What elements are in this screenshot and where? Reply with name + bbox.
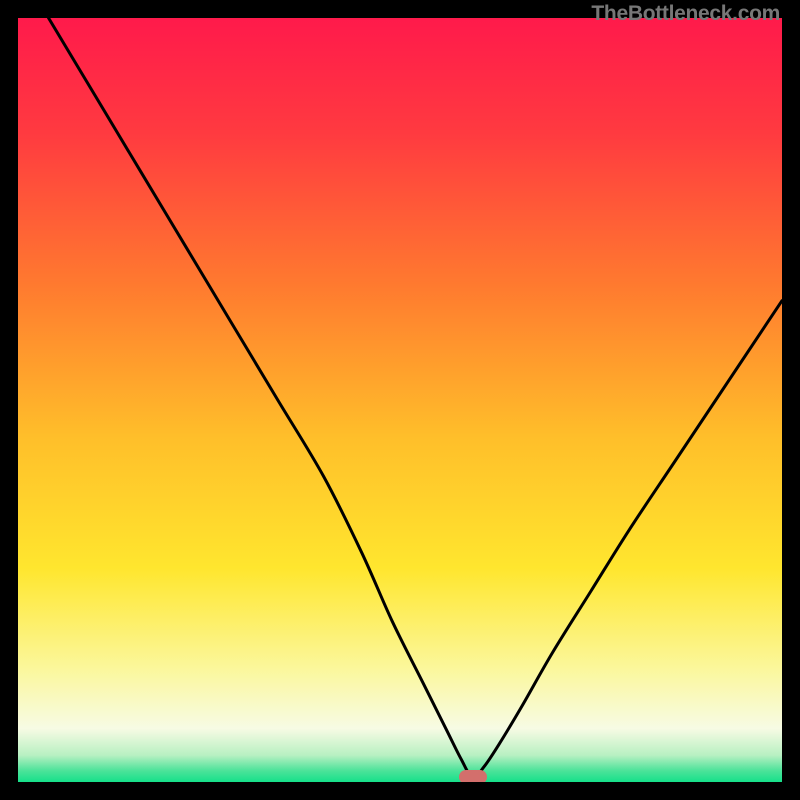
plot-area (18, 18, 782, 782)
watermark-text: TheBottleneck.com (591, 2, 780, 26)
chart-frame: TheBottleneck.com (0, 0, 800, 800)
bottleneck-curve (18, 18, 782, 782)
optimal-marker (459, 770, 487, 782)
